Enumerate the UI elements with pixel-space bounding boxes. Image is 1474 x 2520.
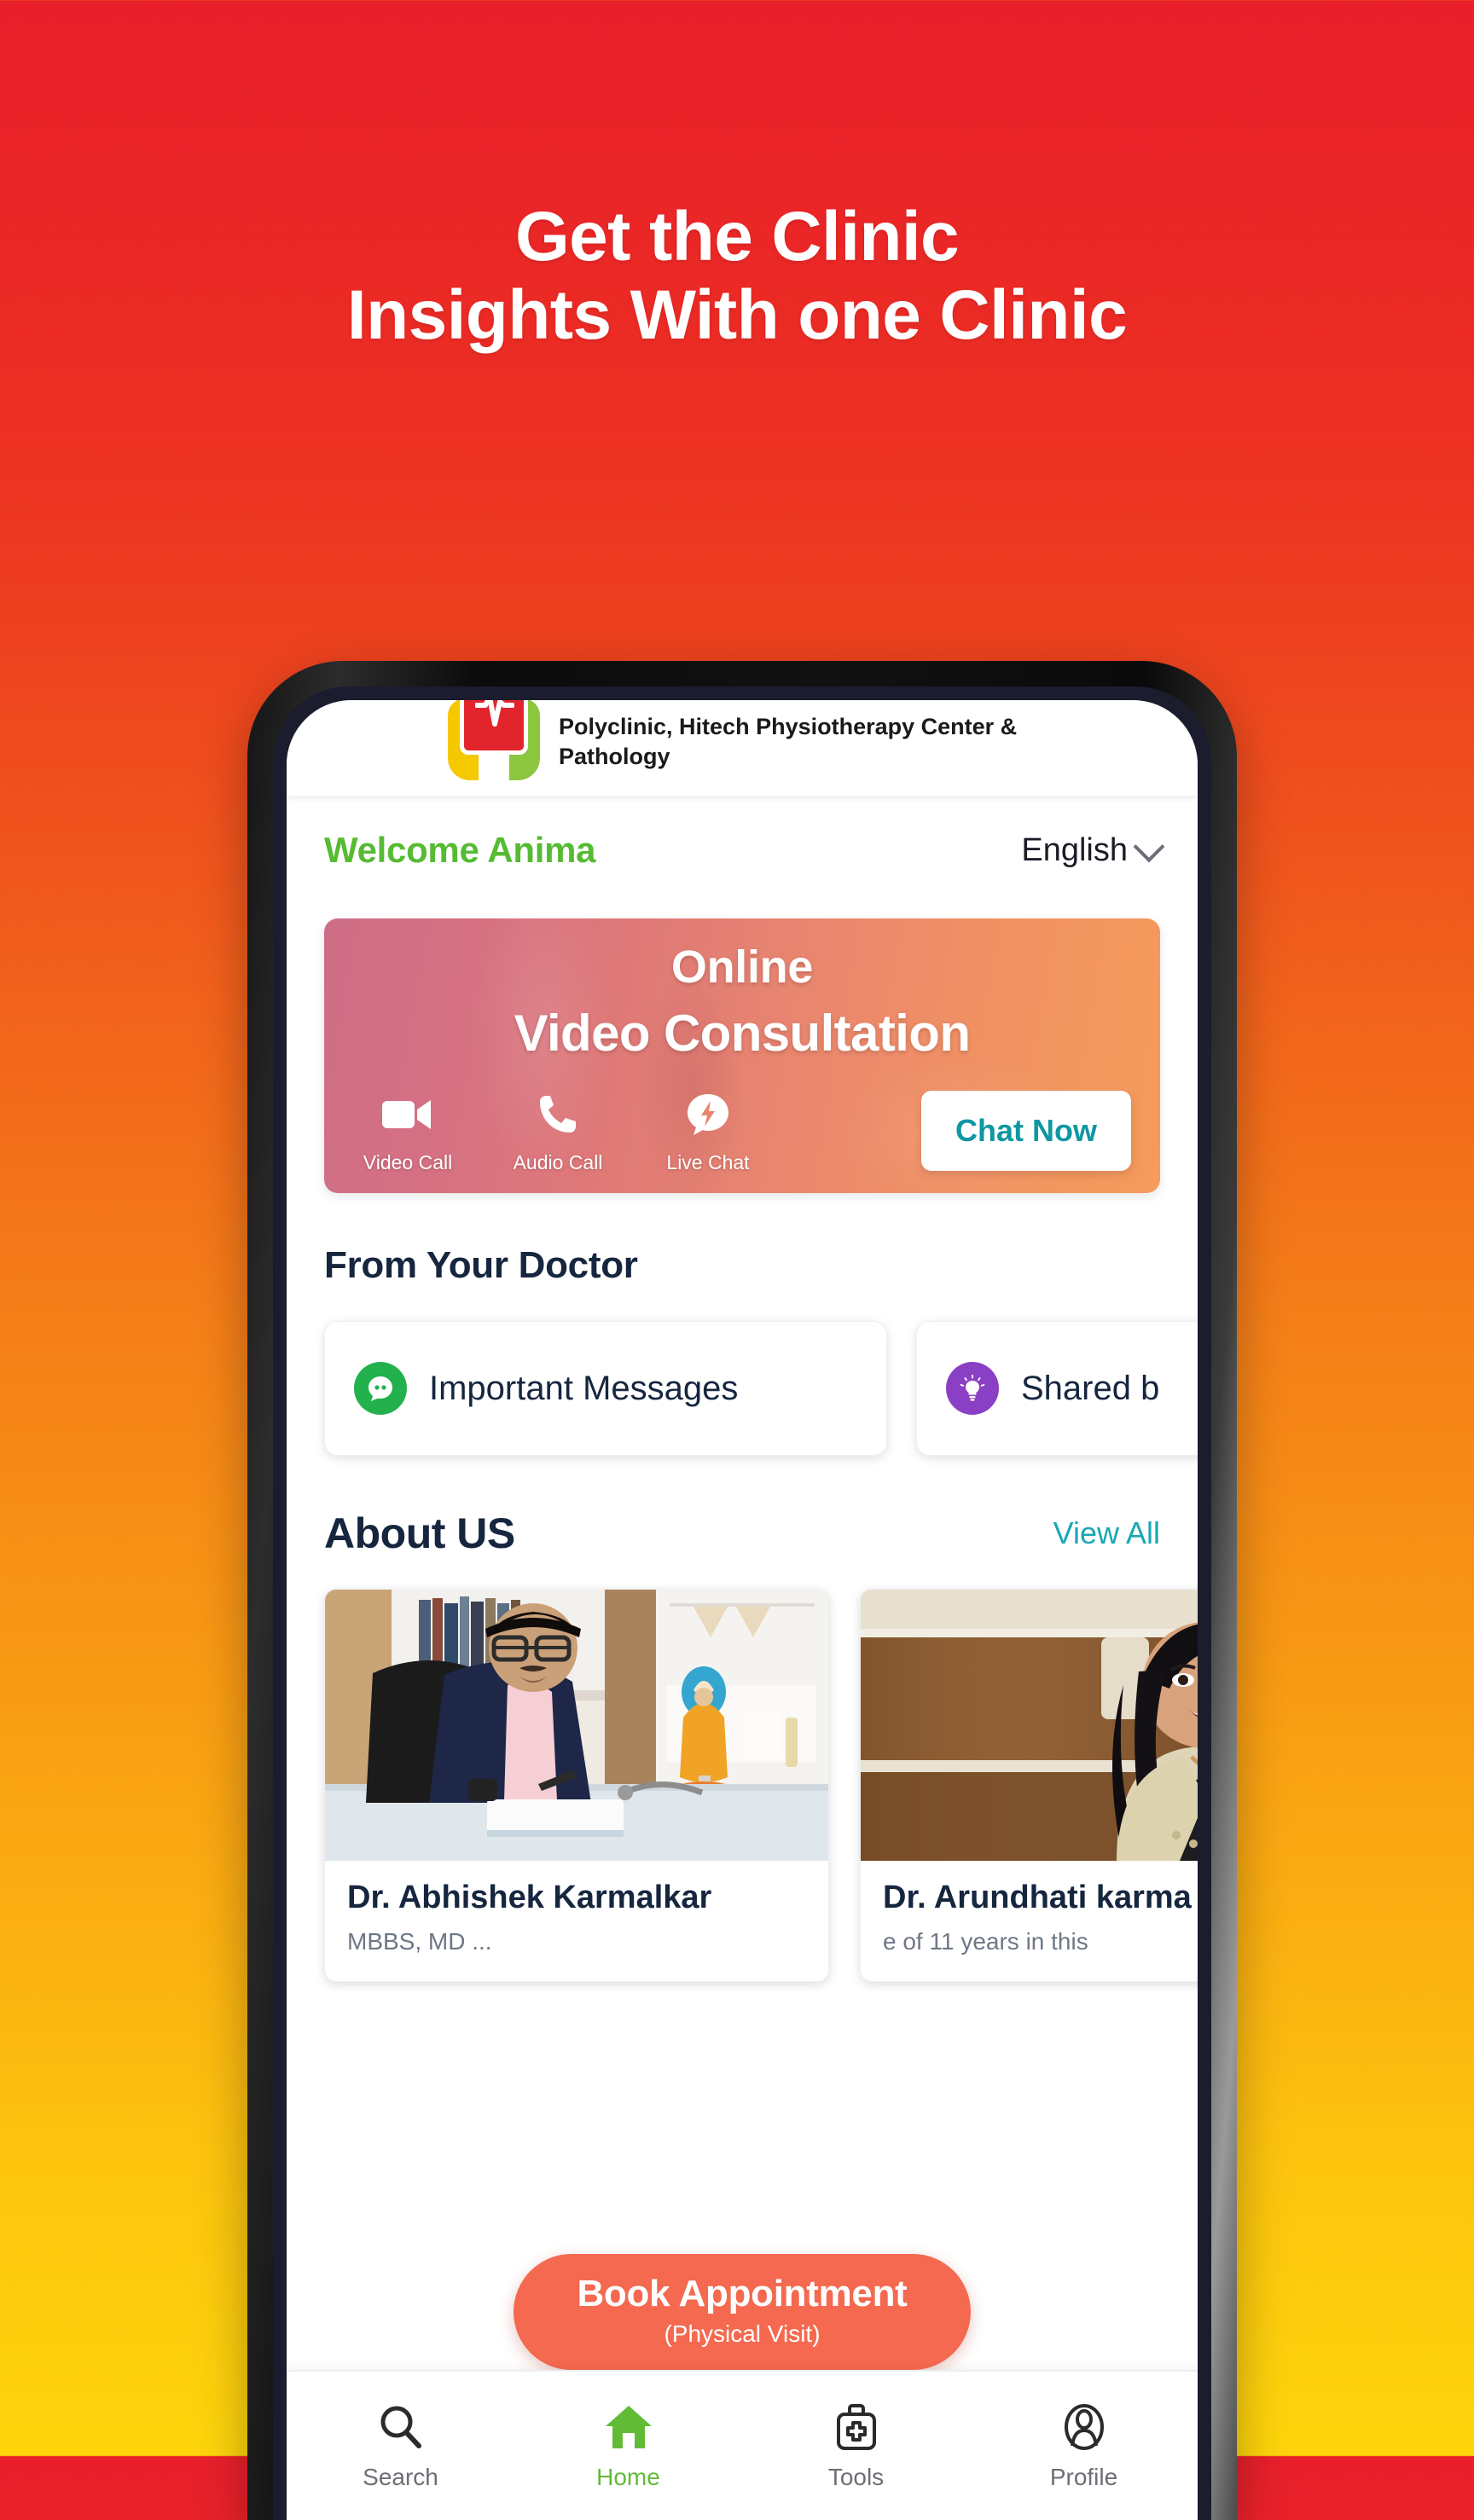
view-all-link[interactable]: View All (1053, 1515, 1160, 1551)
banner-actions: Video Call Audio Call Live Chat Chat Now (324, 1086, 1160, 1174)
book-appointment-wrap: Book Appointment (Physical Visit) (287, 2254, 1198, 2370)
mode-label: Video Call (363, 1151, 453, 1173)
chat-now-button[interactable]: Chat Now (921, 1091, 1131, 1171)
nav-item-tools[interactable]: Tools (742, 2372, 970, 2520)
nav-item-home[interactable]: Home (514, 2372, 742, 2520)
doctor-cards: Dr. Abhishek Karmalkar MBBS, MD ... Dr. … (287, 1558, 1198, 1982)
doctor-card-text: Dr. Abhishek Karmalkar MBBS, MD ... (325, 1861, 828, 1981)
phone-bezel: Polyclinic, Hitech Physiotherapy Center … (273, 686, 1211, 2520)
video-consultation-banner[interactable]: Online Video Consultation Video Call Aud… (324, 918, 1160, 1193)
logo-heartbeat-icon (475, 700, 514, 727)
chat-bolt-icon (653, 1086, 763, 1143)
app-body: Welcome Anima English Online Video Consu… (287, 796, 1198, 2520)
nav-label: Search (363, 2464, 438, 2490)
person-icon (1064, 2401, 1105, 2453)
from-doctor-cards: Important Messages Shared b (287, 1287, 1198, 1456)
promo-headline: Get the Clinic Insights With one Clinic (0, 198, 1474, 355)
doctor-subtitle: MBBS, MD ... (347, 1928, 492, 1955)
book-appointment-button[interactable]: Book Appointment (Physical Visit) (514, 2254, 971, 2370)
mode-audio-call[interactable]: Audio Call (503, 1086, 612, 1174)
doctor-card[interactable]: Dr. Arundhati karma e of 11 years in thi… (860, 1589, 1198, 1982)
card-shared-by[interactable]: Shared b (916, 1321, 1198, 1456)
search-icon (378, 2401, 424, 2453)
language-label: English (1021, 831, 1128, 868)
nav-item-profile[interactable]: Profile (970, 2372, 1198, 2520)
mode-label: Live Chat (666, 1151, 750, 1173)
nav-label: Tools (827, 2464, 885, 2490)
card-label: Important Messages (429, 1369, 739, 1407)
welcome-greeting: Welcome Anima (324, 830, 596, 870)
clinic-name: Polyclinic, Hitech Physiotherapy Center … (559, 714, 1018, 770)
polyclinic-logo-icon (448, 700, 540, 780)
welcome-row: Welcome Anima English (287, 796, 1198, 871)
chevron-down-icon (1133, 831, 1165, 863)
doctor-photo-arundhati (861, 1590, 1198, 1861)
chat-bubble-icon (354, 1362, 407, 1415)
card-important-messages[interactable]: Important Messages (324, 1321, 887, 1456)
app-header: Polyclinic, Hitech Physiotherapy Center … (287, 700, 1198, 796)
video-camera-icon (353, 1086, 462, 1143)
card-label: Shared b (1021, 1369, 1160, 1407)
doctor-photo-abhishek (325, 1590, 828, 1861)
doctor-card-text: Dr. Arundhati karma e of 11 years in thi… (861, 1861, 1198, 1981)
nav-label: Profile (1049, 2464, 1118, 2490)
from-doctor-title: From Your Doctor (324, 1244, 638, 1286)
lightbulb-icon (946, 1362, 999, 1415)
mode-video-call[interactable]: Video Call (353, 1086, 462, 1174)
promo-headline-line2: Insights With one Clinic (346, 275, 1128, 354)
bottom-nav: Search Home Tools Profile (287, 2370, 1198, 2520)
doctor-name: Dr. Abhishek Karmalkar (347, 1880, 712, 1915)
consultation-modes: Video Call Audio Call Live Chat (353, 1086, 763, 1174)
medkit-icon (834, 2401, 879, 2453)
home-icon (604, 2401, 653, 2453)
doctor-name: Dr. Arundhati karma (883, 1880, 1192, 1915)
about-us-title: About US (324, 1509, 515, 1557)
mode-label: Audio Call (513, 1151, 603, 1173)
phone-icon (503, 1086, 612, 1143)
book-appointment-sublabel: (Physical Visit) (664, 2320, 821, 2347)
book-appointment-label: Book Appointment (577, 2273, 908, 2314)
app-screen: Polyclinic, Hitech Physiotherapy Center … (287, 700, 1198, 2520)
nav-label: Home (596, 2464, 660, 2490)
phone-mockup: Polyclinic, Hitech Physiotherapy Center … (247, 661, 1237, 2520)
doctor-subtitle: e of 11 years in this (883, 1928, 1088, 1955)
mode-live-chat[interactable]: Live Chat (653, 1086, 763, 1174)
about-us-header: About US View All (287, 1456, 1198, 1558)
banner-title-line1: Online (670, 941, 814, 993)
promo-headline-line1: Get the Clinic (514, 198, 960, 275)
nav-item-search[interactable]: Search (287, 2372, 514, 2520)
language-selector[interactable]: English (1021, 831, 1165, 869)
banner-title-line2: Video Consultation (514, 1005, 971, 1062)
doctor-card[interactable]: Dr. Abhishek Karmalkar MBBS, MD ... (324, 1589, 829, 1982)
